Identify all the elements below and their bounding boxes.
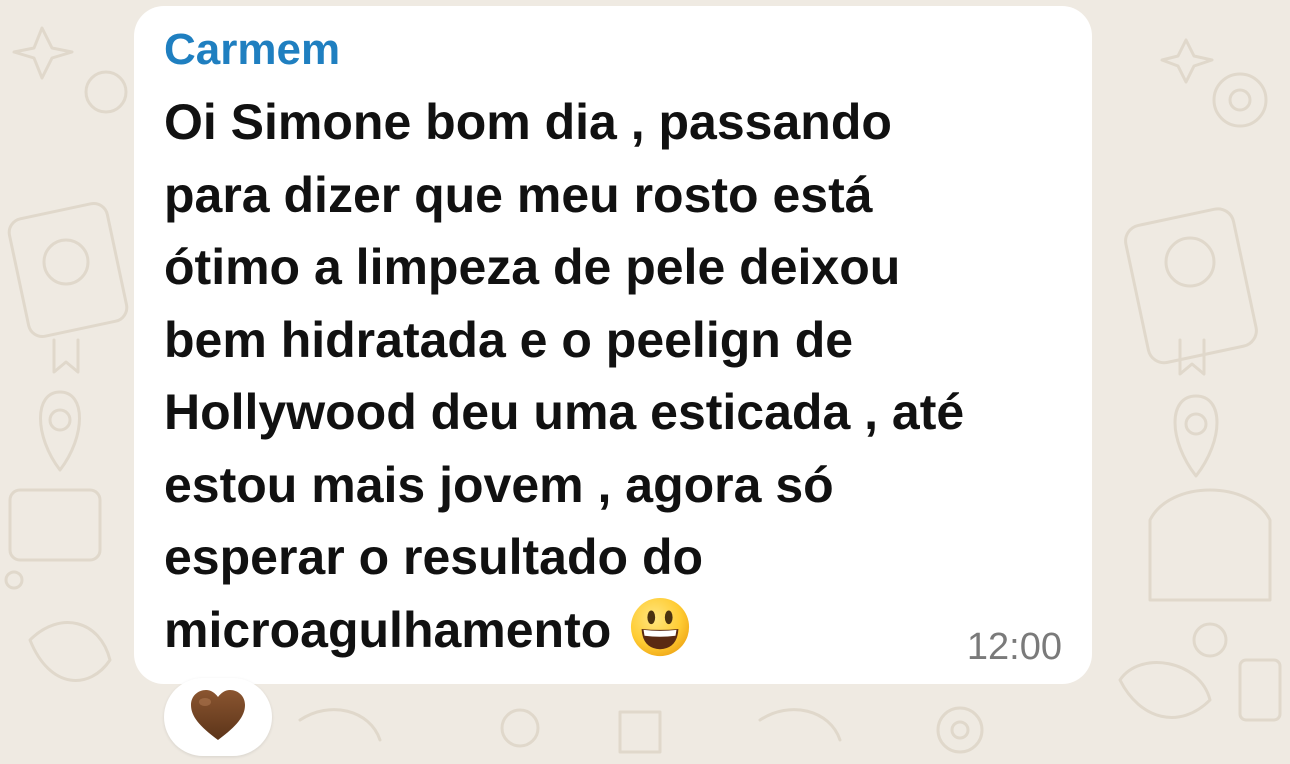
message-last-line: microagulhamento [164, 594, 1064, 667]
message-timestamp: 12:00 [966, 626, 1062, 668]
message-line: Oi Simone bom dia , passando [164, 94, 892, 150]
message-text: Oi Simone bom dia , passando para dizer … [164, 86, 1064, 666]
message-bubble[interactable]: Carmem Oi Simone bom dia , passando para… [134, 6, 1092, 684]
sender-name[interactable]: Carmem [164, 26, 340, 74]
message-line: Hollywood deu uma esticada , até [164, 384, 965, 440]
message-line: estou mais jovem , agora só [164, 456, 834, 513]
message-line: microagulhamento [164, 601, 612, 658]
message-line: bem hidratada e o peelign de [164, 311, 854, 368]
brown-heart-icon [191, 690, 245, 740]
message-line: para dizer que meu rosto está [164, 166, 873, 223]
reaction-badge[interactable] [164, 678, 272, 756]
grinning-face-emoji-icon [631, 598, 690, 657]
message-line: ótimo a limpeza de pele deixou [164, 239, 901, 295]
message-line: esperar o resultado do [164, 529, 704, 585]
